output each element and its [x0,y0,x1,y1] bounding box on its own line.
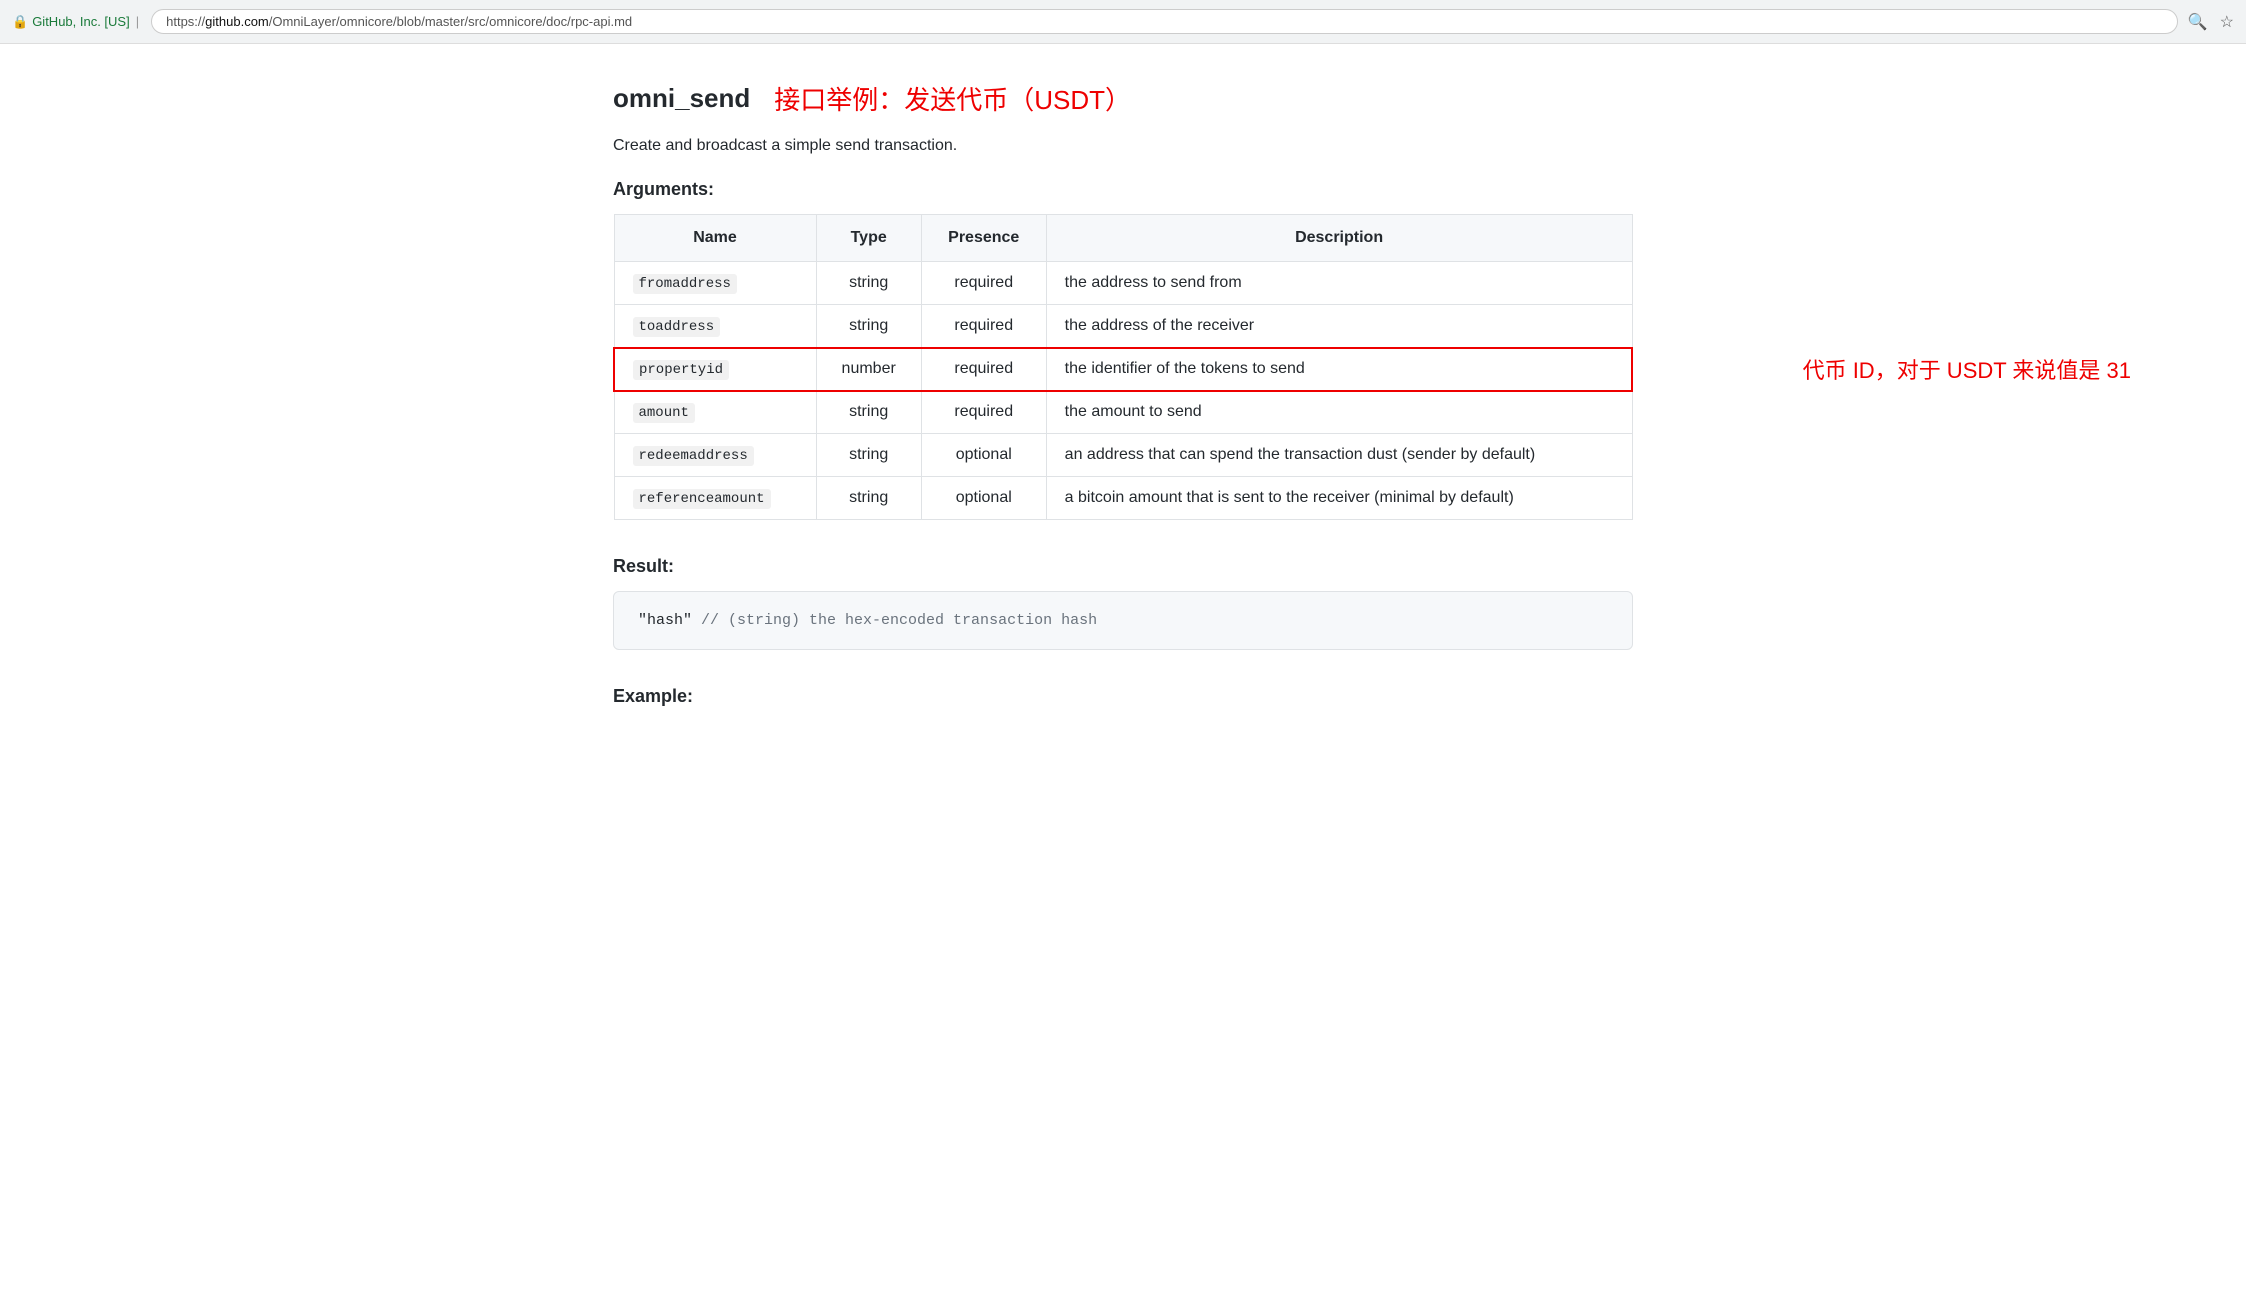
col-presence: Presence [921,215,1046,262]
heading-annotation: 接口举例：发送代币（USDT） [774,80,1131,117]
table-header-row: Name Type Presence Description [614,215,1632,262]
param-name-code: referenceamount [633,489,771,509]
url-text: https://github.com/OmniLayer/omnicore/bl… [166,14,632,29]
cell-name: propertyid [614,348,816,391]
result-label: Result: [613,556,1633,577]
cell-name: fromaddress [614,262,816,305]
cell-type: string [816,434,921,477]
cell-type: number [816,348,921,391]
param-name-code: redeemaddress [633,446,754,466]
cell-description: an address that can spend the transactio… [1046,434,1632,477]
table-row: amount stringrequiredthe amount to send [614,391,1632,434]
arguments-table: Name Type Presence Description fromaddre… [613,214,1633,520]
row-annotation: 代币 ID，对于 USDT 来说值是 31 [1803,353,2131,385]
url-bar[interactable]: https://github.com/OmniLayer/omnicore/bl… [151,9,2178,34]
cell-description: the amount to send [1046,391,1632,434]
browser-bar: 🔒 GitHub, Inc. [US] | https://github.com… [0,0,2246,44]
param-name-code: toaddress [633,317,721,337]
cell-description: a bitcoin amount that is sent to the rec… [1046,477,1632,520]
code-comment: // (string) the hex-encoded transaction … [701,612,1097,629]
page-content: omni_send 接口举例：发送代币（USDT） Create and bro… [573,44,1673,781]
param-name-code: propertyid [633,360,729,380]
url-domain: github.com [205,14,269,29]
result-code: "hash" // (string) the hex-encoded trans… [638,612,1097,629]
example-label: Example: [613,686,1633,707]
table-row: toaddress stringrequiredthe address of th… [614,305,1632,348]
lock-icon: 🔒 [12,14,28,30]
cell-presence: optional [921,477,1046,520]
cell-presence: required [921,305,1046,348]
cell-description: the identifier of the tokens to send代币 I… [1046,348,1632,391]
bookmark-icon[interactable]: ☆ [2220,12,2234,32]
page-subtitle: Create and broadcast a simple send trans… [613,137,1633,155]
page-title: omni_send [613,83,750,114]
search-icon[interactable]: 🔍 [2188,12,2208,32]
browser-icons: 🔍 ☆ [2188,12,2234,32]
col-name: Name [614,215,816,262]
table-row: redeemaddress stringoptionalan address th… [614,434,1632,477]
result-code-block: "hash" // (string) the hex-encoded trans… [613,591,1633,650]
cell-type: string [816,262,921,305]
cell-presence: optional [921,434,1046,477]
col-description: Description [1046,215,1632,262]
arguments-label: Arguments: [613,179,1633,200]
cell-name: referenceamount [614,477,816,520]
url-path: /OmniLayer/omnicore/blob/master/src/omni… [269,14,632,29]
param-name-code: fromaddress [633,274,737,294]
table-row: propertyid numberrequiredthe identifier o… [614,348,1632,391]
security-indicator: 🔒 GitHub, Inc. [US] | [12,14,141,30]
table-row: referenceamount stringoptionala bitcoin a… [614,477,1632,520]
security-label: GitHub, Inc. [US] [32,14,130,29]
cell-description: the address of the receiver [1046,305,1632,348]
result-section: Result: "hash" // (string) the hex-encod… [613,556,1633,650]
cell-type: string [816,305,921,348]
cell-name: toaddress [614,305,816,348]
cell-description: the address to send from [1046,262,1632,305]
param-name-code: amount [633,403,695,423]
table-row: fromaddress stringrequiredthe address to … [614,262,1632,305]
page-heading: omni_send 接口举例：发送代币（USDT） [613,80,1633,117]
cell-presence: required [921,348,1046,391]
table-header: Name Type Presence Description [614,215,1632,262]
cell-type: string [816,477,921,520]
cell-presence: required [921,262,1046,305]
col-type: Type [816,215,921,262]
separator: | [136,14,139,29]
arguments-table-wrapper: Name Type Presence Description fromaddre… [613,214,1633,520]
cell-name: redeemaddress [614,434,816,477]
table-body: fromaddressstringrequiredthe address to … [614,262,1632,520]
cell-name: amount [614,391,816,434]
cell-presence: required [921,391,1046,434]
url-prefix: https:// [166,14,205,29]
cell-type: string [816,391,921,434]
